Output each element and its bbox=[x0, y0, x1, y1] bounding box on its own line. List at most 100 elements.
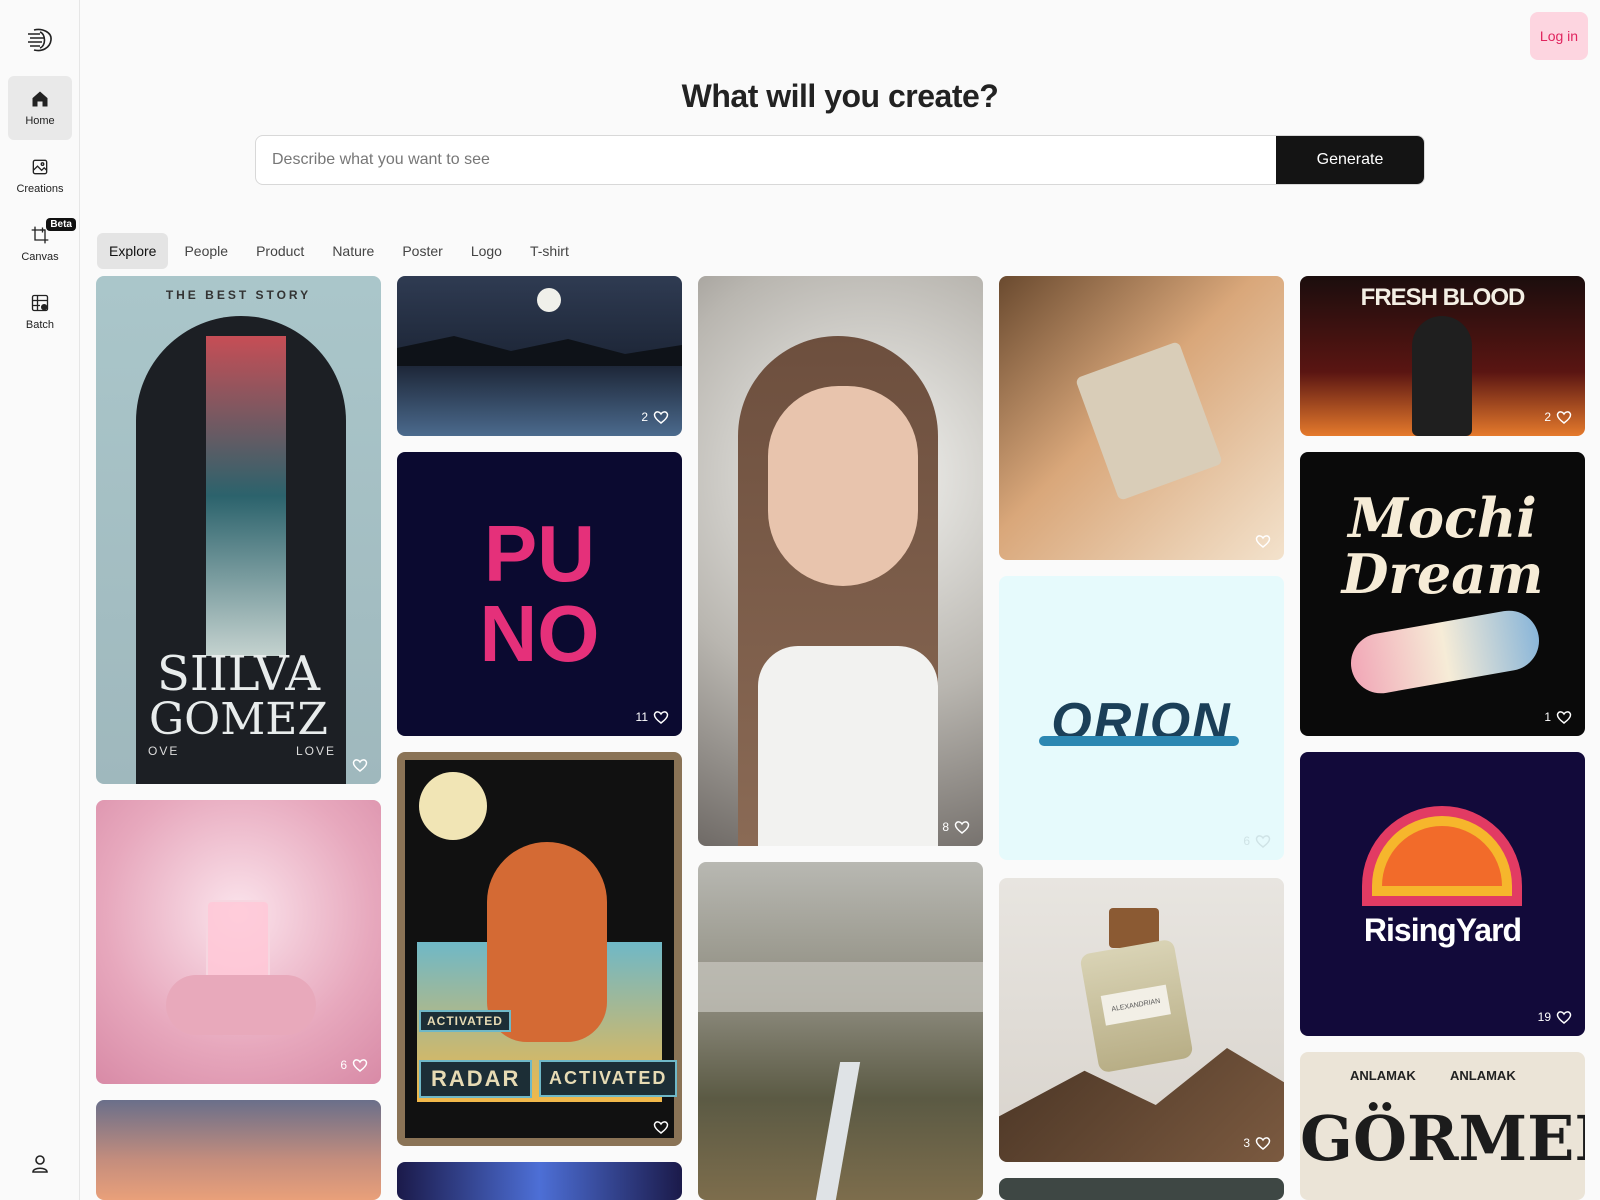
tab-logo[interactable]: Logo bbox=[459, 233, 514, 269]
logo-text-line2: NO bbox=[479, 589, 600, 678]
gallery-card[interactable]: Mochi Dream 1 bbox=[1300, 452, 1585, 736]
like-counter[interactable]: 6 bbox=[340, 1056, 369, 1074]
tab-poster[interactable]: Poster bbox=[390, 233, 454, 269]
sidebar: Home Creations Canvas Beta Batch bbox=[0, 0, 80, 1200]
pillow bbox=[166, 975, 316, 1035]
poster-title-line2: GOMEZ bbox=[149, 694, 328, 745]
arc-text-left: ANLAMAK bbox=[1350, 1068, 1416, 1083]
rising-sun bbox=[1382, 826, 1502, 886]
top-garment bbox=[758, 646, 938, 846]
prompt-bar: Generate bbox=[255, 135, 1425, 185]
sidebar-item-home[interactable]: Home bbox=[8, 76, 72, 140]
grid-icon bbox=[31, 294, 49, 312]
tote-bag bbox=[1075, 341, 1223, 501]
tab-explore[interactable]: Explore bbox=[97, 233, 169, 269]
sidebar-item-batch[interactable]: Batch bbox=[8, 280, 72, 344]
image-icon bbox=[32, 159, 48, 175]
like-counter[interactable]: 6 bbox=[1243, 832, 1272, 850]
tab-people[interactable]: People bbox=[172, 233, 240, 269]
gallery-card[interactable] bbox=[999, 1178, 1284, 1200]
user-account-icon[interactable] bbox=[28, 1152, 52, 1176]
poster-badge: ACTIVATED bbox=[419, 1010, 511, 1032]
forest-strip bbox=[206, 336, 286, 656]
face bbox=[768, 386, 918, 586]
like-counter[interactable]: 1 bbox=[1544, 708, 1573, 726]
tab-nature[interactable]: Nature bbox=[320, 233, 386, 269]
gallery-card[interactable]: ACTIVATED RADAR ACTIVATED bbox=[397, 752, 682, 1146]
heart-icon bbox=[653, 1121, 669, 1134]
gallery-card[interactable]: ANLAMAK ANLAMAK GÖRMEK bbox=[1300, 1052, 1585, 1200]
sidebar-item-creations[interactable]: Creations bbox=[8, 144, 72, 208]
poster-footer-left: OVE bbox=[148, 744, 180, 758]
like-counter[interactable] bbox=[1250, 532, 1272, 550]
login-button[interactable]: Log in bbox=[1530, 12, 1588, 60]
logo-text: RisingYard bbox=[1363, 912, 1522, 948]
sidebar-item-label: Batch bbox=[25, 319, 55, 331]
sun bbox=[419, 772, 487, 840]
like-counter[interactable]: 8 bbox=[942, 818, 971, 836]
gallery-card[interactable]: ALEXANDRIAN 3 bbox=[999, 878, 1284, 1162]
arc-text-right: ANLAMAK bbox=[1450, 1068, 1516, 1083]
gallery-card[interactable]: FRESH BLOOD 2 bbox=[1300, 276, 1585, 436]
moon bbox=[537, 288, 561, 312]
heart-icon bbox=[1255, 835, 1271, 848]
tab-tshirt[interactable]: T-shirt bbox=[518, 233, 581, 269]
gallery-card[interactable]: 2 bbox=[397, 276, 682, 436]
heart-icon bbox=[653, 711, 669, 724]
gallery-card[interactable]: PU NO 11 bbox=[397, 452, 682, 736]
gallery-card[interactable] bbox=[698, 862, 983, 1200]
page-title: What will you create? bbox=[681, 78, 999, 114]
home-icon bbox=[32, 91, 48, 107]
tab-product[interactable]: Product bbox=[244, 233, 316, 269]
poster-badge: ACTIVATED bbox=[539, 1060, 678, 1097]
poster-tagline: THE BEST STORY bbox=[165, 288, 312, 302]
gallery-card[interactable] bbox=[397, 1162, 682, 1200]
poster-title: GÖRMEK bbox=[1300, 1102, 1585, 1175]
heart-icon bbox=[1556, 1011, 1572, 1024]
like-counter[interactable]: 19 bbox=[1538, 1008, 1573, 1026]
stream bbox=[815, 1062, 861, 1200]
like-counter[interactable]: 3 bbox=[1243, 1134, 1272, 1152]
logo-text-line1: PU bbox=[483, 509, 596, 598]
poster-footer-right: LOVE bbox=[296, 744, 337, 758]
heart-icon bbox=[1255, 1137, 1271, 1150]
shirt-title-line2: Dream bbox=[1341, 542, 1544, 606]
perfume-bottle bbox=[206, 900, 270, 980]
prompt-input[interactable] bbox=[256, 136, 1276, 184]
heart-icon bbox=[1556, 711, 1572, 724]
sidebar-item-canvas[interactable]: Canvas Beta bbox=[8, 212, 76, 276]
like-counter[interactable]: 2 bbox=[641, 408, 670, 426]
gallery-card[interactable]: 8 bbox=[698, 276, 983, 846]
heart-icon bbox=[352, 759, 368, 772]
figure bbox=[1412, 316, 1472, 436]
wave-accent bbox=[1039, 736, 1239, 746]
shirt-title-line1: Mochi bbox=[1348, 486, 1537, 550]
like-counter[interactable] bbox=[648, 1118, 670, 1136]
brand-logo-icon[interactable] bbox=[24, 24, 56, 56]
generate-button[interactable]: Generate bbox=[1276, 136, 1424, 184]
perfume-bottle: ALEXANDRIAN bbox=[1079, 938, 1194, 1074]
bottle-label: ALEXANDRIAN bbox=[1100, 984, 1171, 1026]
heart-icon bbox=[1556, 411, 1572, 424]
shirt-title: FRESH BLOOD bbox=[1360, 284, 1526, 311]
beta-badge: Beta bbox=[46, 218, 76, 231]
gallery-card[interactable]: THE BEST STORY SIILVA GOMEZ OVE LOVE bbox=[96, 276, 381, 784]
gallery-card[interactable]: RisingYard 19 bbox=[1300, 752, 1585, 1036]
gallery-card[interactable]: ORION 6 bbox=[999, 576, 1284, 860]
gallery-card[interactable] bbox=[999, 276, 1284, 560]
like-counter[interactable]: 2 bbox=[1544, 408, 1573, 426]
lake bbox=[698, 962, 983, 1012]
poster-badge: RADAR bbox=[419, 1060, 533, 1098]
like-counter[interactable] bbox=[347, 756, 369, 774]
category-tabs: Explore People Product Nature Poster Log… bbox=[97, 233, 581, 269]
like-counter[interactable]: 11 bbox=[636, 708, 670, 726]
mochi-wave bbox=[1346, 605, 1544, 699]
heart-icon bbox=[352, 1059, 368, 1072]
heart-icon bbox=[653, 411, 669, 424]
rocks bbox=[397, 336, 682, 366]
heart-icon bbox=[1255, 535, 1271, 548]
gallery-card[interactable]: 6 bbox=[96, 800, 381, 1084]
gallery-card[interactable] bbox=[96, 1100, 381, 1200]
sidebar-item-label: Home bbox=[25, 115, 55, 127]
heart-icon bbox=[954, 821, 970, 834]
